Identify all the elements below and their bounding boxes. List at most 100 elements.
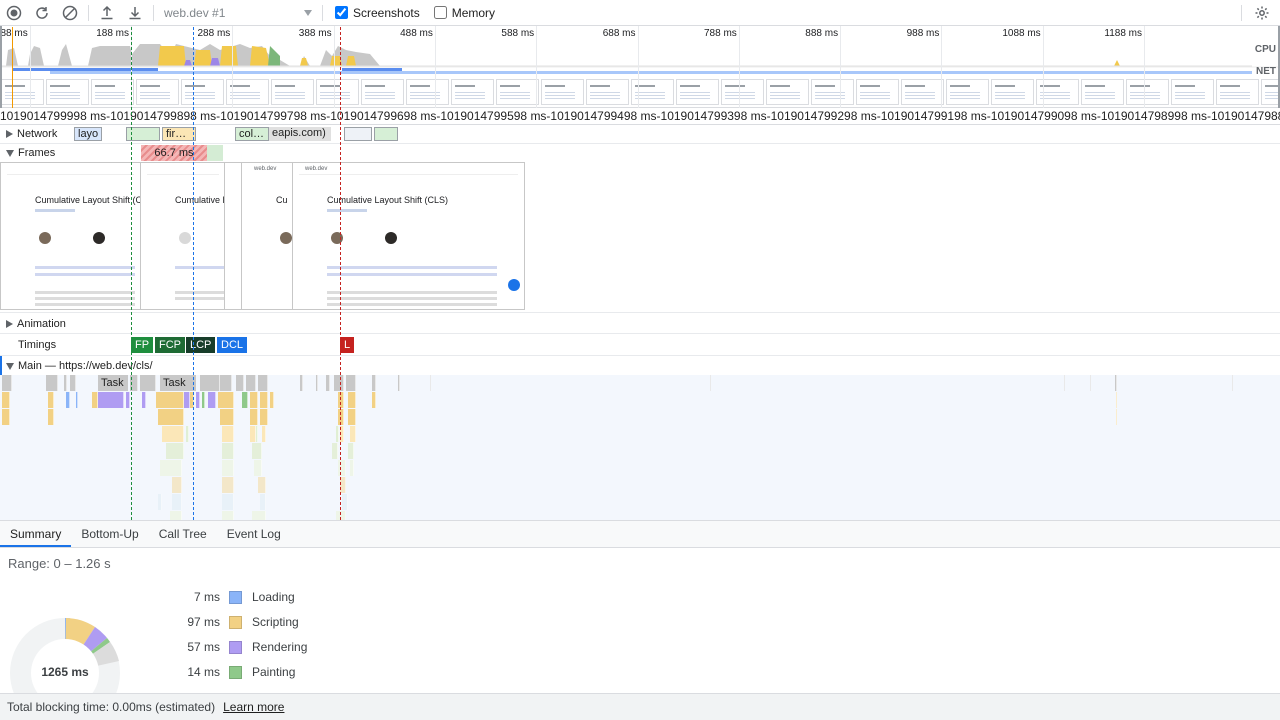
flame-chart-event[interactable] <box>242 392 248 408</box>
flame-chart-event[interactable] <box>218 392 234 408</box>
flame-chart-event[interactable] <box>336 511 346 520</box>
flame-chart-event[interactable] <box>348 392 356 408</box>
flame-chart-event[interactable] <box>172 477 182 493</box>
flame-chart-event[interactable] <box>202 392 205 408</box>
download-icon[interactable] <box>121 0 149 26</box>
flame-chart-event[interactable] <box>346 375 356 391</box>
flame-chart-event[interactable] <box>338 392 344 408</box>
flame-chart-event[interactable] <box>250 392 258 408</box>
timing-marker-fp[interactable]: FP <box>131 337 154 353</box>
flame-chart-event[interactable] <box>710 375 711 391</box>
flame-chart-event[interactable] <box>186 426 189 442</box>
flame-chart-event[interactable] <box>222 426 234 442</box>
flame-chart-event[interactable] <box>270 392 274 408</box>
task-block[interactable]: Task <box>160 375 196 391</box>
recording-select[interactable]: web.dev #1 <box>158 3 318 23</box>
settings-icon[interactable] <box>1254 5 1270 24</box>
frame-screenshot[interactable]: Cumulative Layout Shift (C <box>0 162 141 310</box>
flame-chart-event[interactable] <box>260 392 268 408</box>
flame-chart-event[interactable] <box>70 375 76 391</box>
frame[interactable] <box>207 145 223 161</box>
network-request[interactable]: eapis.com) <box>269 127 331 141</box>
flame-chart-event[interactable] <box>220 409 234 425</box>
flame-chart-event[interactable] <box>1115 375 1117 391</box>
flame-chart-event[interactable] <box>222 477 234 493</box>
flame-chart-event[interactable] <box>222 443 234 459</box>
flame-chart-event[interactable] <box>398 375 400 391</box>
flame-chart-event[interactable] <box>2 392 10 408</box>
flame-chart-event[interactable] <box>258 375 268 391</box>
flame-chart-event[interactable] <box>172 494 182 510</box>
flame-chart-event[interactable] <box>332 443 338 459</box>
clear-icon[interactable] <box>56 0 84 26</box>
screenshots-checkbox[interactable] <box>335 6 348 19</box>
animation-track[interactable]: Animation <box>0 313 1280 334</box>
tab-event-log[interactable]: Event Log <box>217 521 291 547</box>
network-request[interactable]: col… <box>235 127 269 141</box>
frame-screenshot[interactable] <box>224 162 242 310</box>
flame-chart-event[interactable] <box>1064 375 1065 391</box>
flame-chart-event[interactable] <box>98 392 124 408</box>
flame-chart-event[interactable] <box>430 375 431 391</box>
tab-bottom-up[interactable]: Bottom-Up <box>71 521 148 547</box>
flame-chart-event[interactable] <box>200 375 220 391</box>
flame-chart-event[interactable] <box>250 426 256 442</box>
flame-chart-event[interactable] <box>336 426 339 442</box>
tab-call-tree[interactable]: Call Tree <box>149 521 217 547</box>
timing-marker-dcl[interactable]: DCL <box>217 337 248 353</box>
learn-more-link[interactable]: Learn more <box>223 700 284 714</box>
flame-chart-event[interactable] <box>348 409 356 425</box>
flame-chart-event[interactable] <box>1116 392 1117 408</box>
flame-chart-event[interactable] <box>158 409 184 425</box>
flame-chart-event[interactable] <box>66 392 70 408</box>
network-request[interactable] <box>374 127 398 141</box>
flame-chart-event[interactable] <box>246 375 256 391</box>
memory-toggle[interactable]: Memory <box>433 6 495 20</box>
network-track-header[interactable]: Network <box>6 128 57 140</box>
flame-chart-event[interactable] <box>92 392 98 408</box>
flame-chart-event[interactable] <box>222 494 234 510</box>
timeline-overview[interactable]: CPU NET 88 ms 188 ms 288 ms 388 ms 488 ms 588… <box>0 26 1280 108</box>
record-icon[interactable] <box>0 0 28 26</box>
flame-chart-event[interactable] <box>316 375 318 391</box>
dropped-frame[interactable]: 66.7 ms <box>141 145 207 161</box>
flame-chart-event[interactable] <box>348 443 354 459</box>
timing-marker-lcp[interactable]: LCP <box>186 337 216 353</box>
tab-summary[interactable]: Summary <box>0 521 72 547</box>
flame-chart-event[interactable] <box>236 375 244 391</box>
flame-chart-event[interactable] <box>372 392 376 408</box>
flame-chart-event[interactable] <box>48 392 54 408</box>
overview-left-handle[interactable] <box>0 26 2 108</box>
flame-chart-event[interactable] <box>222 511 234 520</box>
flame-chart-event[interactable] <box>142 392 146 408</box>
network-request[interactable] <box>344 127 372 141</box>
memory-checkbox[interactable] <box>433 6 447 19</box>
flame-chart-event[interactable] <box>300 375 303 391</box>
flame-chart-event[interactable] <box>342 494 348 510</box>
flame-chart-event[interactable] <box>252 511 266 520</box>
network-request[interactable]: layo <box>74 127 102 141</box>
flame-chart-event[interactable] <box>2 375 12 391</box>
frame-screenshot[interactable]: web.dev Cumulative Layout Shift (CLS) <box>292 162 525 310</box>
screenshots-toggle[interactable]: Screenshots <box>335 6 420 20</box>
flame-chart-event[interactable] <box>76 392 78 408</box>
flame-chart-event[interactable] <box>326 375 330 391</box>
flame-chart-event[interactable] <box>372 375 376 391</box>
main-track-header[interactable]: Main — https://web.dev/cls/ <box>0 356 1280 375</box>
network-request[interactable]: fir… <box>162 127 196 141</box>
flame-chart-event[interactable] <box>252 443 262 459</box>
frames-track-header[interactable]: Frames <box>6 147 55 159</box>
upload-icon[interactable] <box>93 0 121 26</box>
timing-marker-fcp[interactable]: FCP <box>155 337 185 353</box>
flame-chart-event[interactable] <box>2 409 10 425</box>
flame-chart-event[interactable] <box>126 392 130 408</box>
reload-icon[interactable] <box>28 0 56 26</box>
task-block[interactable]: Task <box>98 375 128 391</box>
flame-chart-event[interactable] <box>338 409 344 425</box>
flame-chart-event[interactable] <box>350 460 354 476</box>
flame-chart-event[interactable] <box>156 392 184 408</box>
flame-chart-event[interactable] <box>254 460 262 476</box>
flame-chart-event[interactable] <box>64 375 67 391</box>
frame-screenshot[interactable]: Cumulative l <box>140 162 226 310</box>
flame-chart-event[interactable] <box>220 375 232 391</box>
